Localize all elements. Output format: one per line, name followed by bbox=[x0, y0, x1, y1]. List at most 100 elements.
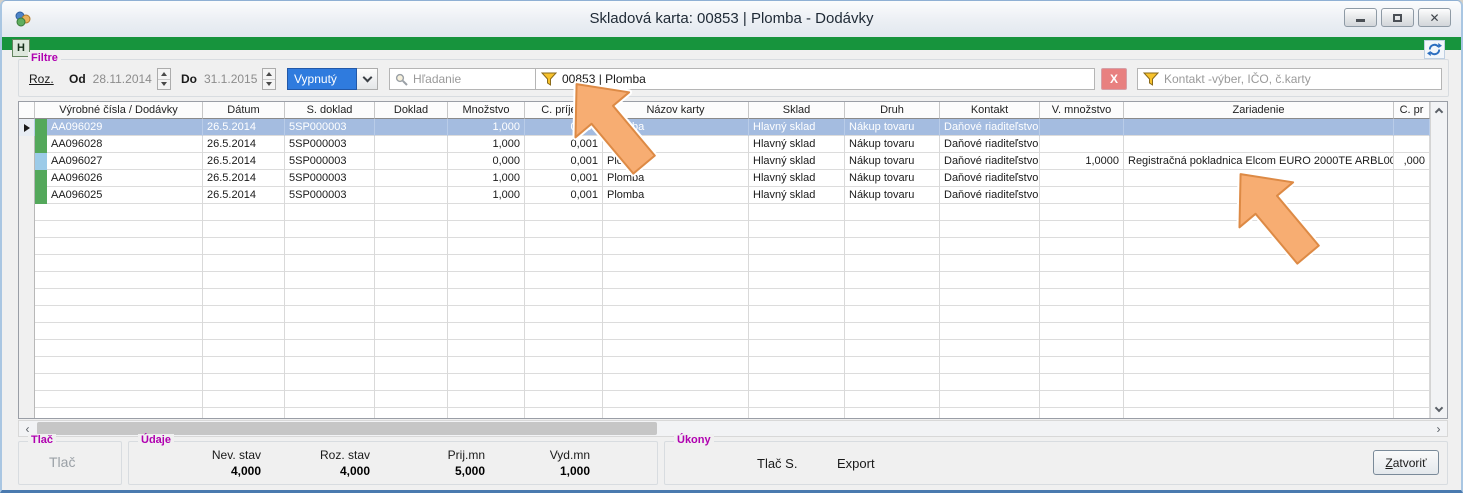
row-selector-cell[interactable] bbox=[19, 323, 35, 340]
cell-serial[interactable] bbox=[35, 306, 203, 323]
cell-s-doklad[interactable] bbox=[285, 204, 375, 221]
column-header-c-pr[interactable]: C. pr bbox=[1394, 102, 1430, 119]
cell-nazov-karty[interactable]: Plomba bbox=[603, 136, 749, 153]
cell-mnozstvo[interactable] bbox=[448, 255, 525, 272]
cell-c-prijem[interactable]: 0,001 bbox=[525, 187, 603, 204]
column-header-date[interactable]: Dátum bbox=[203, 102, 285, 119]
row-selector-cell[interactable] bbox=[19, 391, 35, 408]
export-button[interactable]: Export bbox=[837, 456, 875, 471]
cell-sklad[interactable] bbox=[749, 289, 845, 306]
table-row[interactable]: AA09602726.5.20145SP0000030,0000,001Plom… bbox=[19, 153, 1447, 170]
date-to-spinner[interactable] bbox=[262, 68, 276, 90]
cell-mnozstvo[interactable] bbox=[448, 408, 525, 419]
cell-doklad[interactable] bbox=[375, 170, 448, 187]
cell-serial[interactable] bbox=[35, 238, 203, 255]
cell-c-pr[interactable] bbox=[1394, 408, 1430, 419]
cell-kontakt[interactable] bbox=[940, 306, 1040, 323]
cell-c-pr[interactable] bbox=[1394, 391, 1430, 408]
cell-zariadenie[interactable] bbox=[1124, 374, 1394, 391]
cell-doklad[interactable] bbox=[375, 119, 448, 136]
cell-c-pr[interactable] bbox=[1394, 238, 1430, 255]
cell-serial[interactable] bbox=[35, 272, 203, 289]
cell-mnozstvo[interactable] bbox=[448, 340, 525, 357]
cell-druh[interactable] bbox=[845, 255, 940, 272]
cell-kontakt[interactable] bbox=[940, 323, 1040, 340]
cell-date[interactable]: 26.5.2014 bbox=[203, 170, 285, 187]
close-window-button[interactable]: Zatvoriť bbox=[1373, 450, 1439, 475]
cell-date[interactable]: 26.5.2014 bbox=[203, 187, 285, 204]
cell-mnozstvo[interactable] bbox=[448, 323, 525, 340]
cell-nazov-karty[interactable] bbox=[603, 204, 749, 221]
cell-doklad[interactable] bbox=[375, 323, 448, 340]
row-selector-cell[interactable] bbox=[19, 306, 35, 323]
column-header-kontakt[interactable]: Kontakt bbox=[940, 102, 1040, 119]
cell-druh[interactable] bbox=[845, 323, 940, 340]
row-selector-cell[interactable] bbox=[19, 153, 35, 170]
cell-nazov-karty[interactable] bbox=[603, 323, 749, 340]
cell-c-pr[interactable] bbox=[1394, 289, 1430, 306]
cell-sklad[interactable]: Hlavný sklad bbox=[749, 170, 845, 187]
cell-nazov-karty[interactable] bbox=[603, 272, 749, 289]
cell-mnozstvo[interactable]: 1,000 bbox=[448, 170, 525, 187]
cell-c-prijem[interactable] bbox=[525, 204, 603, 221]
cell-c-prijem[interactable] bbox=[525, 289, 603, 306]
cell-s-doklad[interactable]: 5SP000003 bbox=[285, 187, 375, 204]
cell-c-prijem[interactable]: 0,001 bbox=[525, 136, 603, 153]
cell-kontakt[interactable] bbox=[940, 204, 1040, 221]
cell-date[interactable] bbox=[203, 408, 285, 419]
cell-c-prijem[interactable] bbox=[525, 306, 603, 323]
cell-zariadenie[interactable] bbox=[1124, 170, 1394, 187]
cell-c-prijem[interactable]: 0,001 bbox=[525, 170, 603, 187]
table-row[interactable]: AA09602926.5.20145SP0000031,0000,001Plom… bbox=[19, 119, 1447, 136]
cell-serial[interactable]: AA096026 bbox=[35, 170, 203, 187]
cell-date[interactable] bbox=[203, 357, 285, 374]
cell-doklad[interactable] bbox=[375, 272, 448, 289]
cell-zariadenie[interactable] bbox=[1124, 204, 1394, 221]
cell-sklad[interactable]: Hlavný sklad bbox=[749, 187, 845, 204]
cell-nazov-karty[interactable] bbox=[603, 306, 749, 323]
cell-s-doklad[interactable] bbox=[285, 289, 375, 306]
cell-date[interactable]: 26.5.2014 bbox=[203, 119, 285, 136]
cell-nazov-karty[interactable]: Plomba bbox=[603, 170, 749, 187]
cell-doklad[interactable] bbox=[375, 374, 448, 391]
cell-kontakt[interactable]: Daňové riaditeľstvo, bbox=[940, 170, 1040, 187]
cell-sklad[interactable]: Hlavný sklad bbox=[749, 136, 845, 153]
cell-c-prijem[interactable] bbox=[525, 391, 603, 408]
cell-doklad[interactable] bbox=[375, 187, 448, 204]
cell-c-pr[interactable] bbox=[1394, 136, 1430, 153]
cell-date[interactable] bbox=[203, 238, 285, 255]
cell-v-mnozstvo[interactable] bbox=[1040, 374, 1124, 391]
row-selector-cell[interactable] bbox=[19, 374, 35, 391]
table-row[interactable]: AA09602626.5.20145SP0000031,0000,001Plom… bbox=[19, 170, 1447, 187]
cell-kontakt[interactable] bbox=[940, 391, 1040, 408]
cell-serial[interactable] bbox=[35, 323, 203, 340]
cell-date[interactable] bbox=[203, 391, 285, 408]
cell-c-pr[interactable] bbox=[1394, 119, 1430, 136]
cell-v-mnozstvo[interactable] bbox=[1040, 340, 1124, 357]
cell-v-mnozstvo[interactable] bbox=[1040, 204, 1124, 221]
table-row[interactable]: AA09602526.5.20145SP0000031,0000,001Plom… bbox=[19, 187, 1447, 204]
cell-sklad[interactable] bbox=[749, 323, 845, 340]
cell-druh[interactable] bbox=[845, 272, 940, 289]
cell-serial[interactable] bbox=[35, 374, 203, 391]
row-selector-cell[interactable] bbox=[19, 357, 35, 374]
cell-zariadenie[interactable] bbox=[1124, 289, 1394, 306]
state-dropdown-value[interactable]: Vypnutý bbox=[287, 68, 357, 90]
cell-v-mnozstvo[interactable] bbox=[1040, 238, 1124, 255]
row-selector-cell[interactable] bbox=[19, 170, 35, 187]
cell-nazov-karty[interactable]: Plomba bbox=[603, 153, 749, 170]
cell-kontakt[interactable] bbox=[940, 408, 1040, 419]
cell-v-mnozstvo[interactable] bbox=[1040, 221, 1124, 238]
close-button[interactable]: ✕ bbox=[1418, 8, 1451, 27]
print-s-button[interactable]: Tlač S. bbox=[757, 456, 797, 471]
cell-s-doklad[interactable]: 5SP000003 bbox=[285, 119, 375, 136]
row-selector-cell[interactable] bbox=[19, 238, 35, 255]
cell-nazov-karty[interactable] bbox=[603, 221, 749, 238]
cell-c-pr[interactable] bbox=[1394, 306, 1430, 323]
cell-c-pr[interactable] bbox=[1394, 204, 1430, 221]
cell-nazov-karty[interactable] bbox=[603, 238, 749, 255]
cell-kontakt[interactable]: Daňové riaditeľstvo, bbox=[940, 153, 1040, 170]
cell-c-pr[interactable]: ,000 bbox=[1394, 153, 1430, 170]
scroll-right-button[interactable]: › bbox=[1430, 421, 1447, 436]
column-header-sklad[interactable]: Sklad bbox=[749, 102, 845, 119]
